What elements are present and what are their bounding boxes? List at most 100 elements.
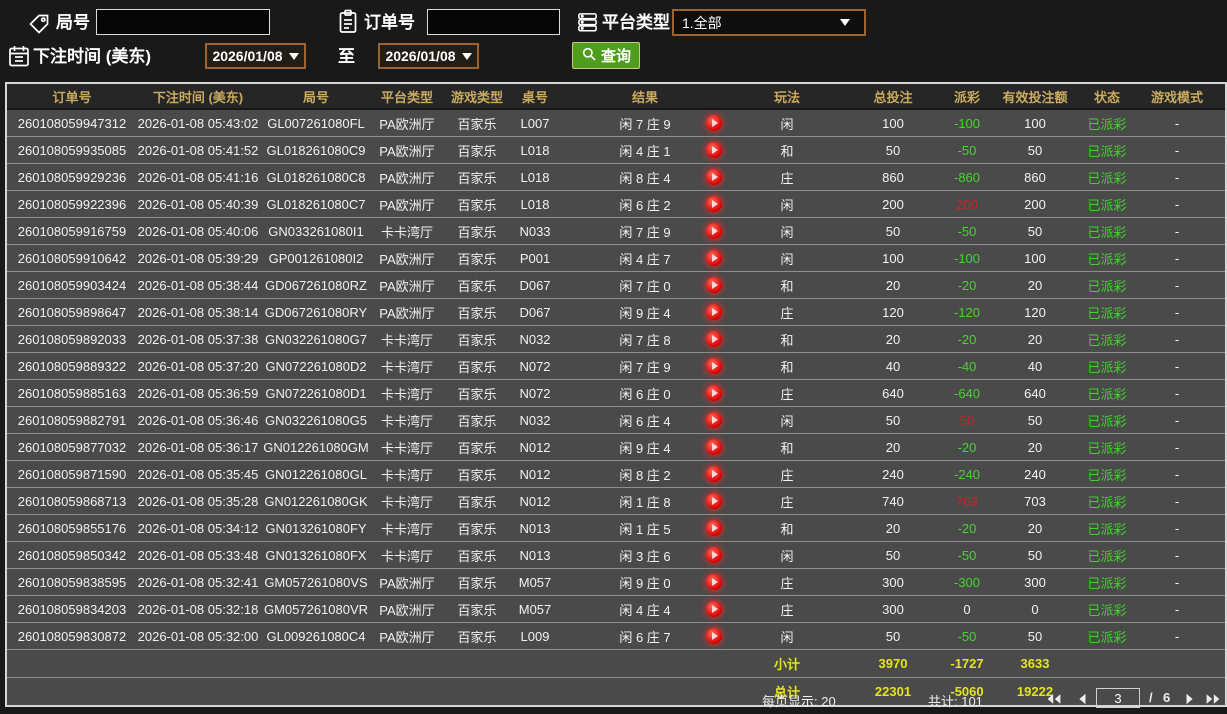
- cell-table_no: L007: [520, 115, 550, 131]
- cell-total_bet: 200: [882, 196, 904, 212]
- cell-table_no: L018: [520, 142, 550, 158]
- cell-play_type: 庄: [780, 467, 794, 483]
- cell-spacer: [557, 542, 595, 568]
- replay-play-button[interactable]: [706, 628, 722, 644]
- list-icon: [576, 10, 599, 39]
- replay-play-button[interactable]: [706, 466, 722, 482]
- cell-play: [695, 542, 733, 568]
- replay-play-button[interactable]: [706, 412, 722, 428]
- replay-play-button[interactable]: [706, 331, 722, 347]
- replay-play-button[interactable]: [706, 574, 722, 590]
- first-page-button[interactable]: [1044, 689, 1064, 709]
- cell-payout: -640: [953, 385, 981, 401]
- total-row-order: [7, 678, 137, 705]
- cell-total_bet: 240: [882, 466, 904, 482]
- replay-play-button[interactable]: [706, 142, 722, 158]
- cell-play_type: 庄: [780, 494, 794, 510]
- cell-play_type: 闲: [780, 548, 794, 564]
- cell-game_mode: -: [1174, 628, 1180, 644]
- replay-play-button[interactable]: [706, 547, 722, 563]
- replay-play-button[interactable]: [706, 250, 722, 266]
- cell-table_no: N072: [519, 358, 551, 374]
- table-row: 260108059903424 2026-01-08 05:38:44 GD0672…: [7, 272, 1225, 299]
- subtotal-row-game_type: [441, 650, 513, 677]
- cell-spacer: [557, 488, 595, 514]
- page-size-label: 每页显示: 20: [762, 694, 836, 709]
- page-number-input[interactable]: [1096, 688, 1140, 708]
- round-no-input[interactable]: [96, 9, 270, 35]
- cell-order: 260108059834203: [17, 601, 127, 617]
- cell-game_mode: -: [1174, 493, 1180, 509]
- table-row: 260108059889322 2026-01-08 05:37:20 GN0722…: [7, 353, 1225, 380]
- cell-payout: -50: [957, 142, 977, 158]
- replay-play-button[interactable]: [706, 304, 722, 320]
- subtotal-row-table_no: [513, 650, 557, 677]
- replay-play-button[interactable]: [706, 439, 722, 455]
- table-row: 260108059868713 2026-01-08 05:35:28 GN0122…: [7, 488, 1225, 515]
- cell-order: 260108059871590: [17, 466, 127, 482]
- date-from-picker[interactable]: 2026/01/08: [205, 43, 306, 69]
- cell-valid_bet: 640: [1024, 385, 1046, 401]
- replay-play-button[interactable]: [706, 169, 722, 185]
- cell-payout: -120: [953, 304, 981, 320]
- replay-play-button[interactable]: [706, 520, 722, 536]
- replay-play-button[interactable]: [706, 196, 722, 212]
- cell-valid_bet: 20: [1027, 520, 1043, 536]
- cell-time: 2026-01-08 05:34:12: [137, 520, 259, 536]
- next-page-button[interactable]: [1180, 689, 1200, 709]
- total-row: 总计 22301 -5060 19222: [7, 678, 1225, 705]
- platform-type-select[interactable]: 1.全部: [672, 9, 866, 36]
- cell-table_no: M057: [518, 601, 552, 617]
- replay-play-button[interactable]: [706, 115, 722, 131]
- replay-play-button[interactable]: [706, 277, 722, 293]
- cell-play: [695, 110, 733, 136]
- cell-play: [695, 353, 733, 379]
- cell-spacer: [557, 461, 595, 487]
- cell-table_no: N032: [519, 331, 551, 347]
- cell-spacer: [557, 299, 595, 325]
- cell-status: 已派彩: [1087, 359, 1127, 375]
- cell-spacer: [557, 380, 595, 406]
- cell-result: 闲 4 庄 1: [619, 143, 671, 159]
- cell-platform: 卡卡湾厅: [380, 521, 433, 537]
- prev-page-button[interactable]: [1072, 689, 1092, 709]
- replay-play-button[interactable]: [706, 358, 722, 374]
- replay-play-button[interactable]: [706, 601, 722, 617]
- total-row-table_no: [513, 678, 557, 705]
- cell-order: 260108059916759: [17, 223, 127, 239]
- cell-table_no: D067: [519, 304, 551, 320]
- cell-payout: 703: [956, 493, 978, 509]
- cell-valid_bet: 20: [1027, 277, 1043, 293]
- replay-play-button[interactable]: [706, 493, 722, 509]
- query-button[interactable]: 查询: [572, 42, 641, 69]
- cell-play: [695, 272, 733, 298]
- cell-table_no: N033: [519, 223, 551, 239]
- table-row: 260108059947312 2026-01-08 05:43:02 GL0072…: [7, 110, 1225, 137]
- replay-play-button[interactable]: [706, 385, 722, 401]
- last-page-button[interactable]: [1203, 689, 1223, 709]
- cell-time: 2026-01-08 05:32:18: [137, 601, 259, 617]
- cell-time: 2026-01-08 05:38:44: [137, 277, 259, 293]
- header-platform: 平台类型: [380, 89, 433, 105]
- date-to-picker[interactable]: 2026/01/08: [378, 43, 479, 69]
- subtotal-row-round: [259, 650, 373, 677]
- cell-platform: PA欧洲厅: [379, 170, 435, 186]
- table-row: 260108059898647 2026-01-08 05:38:14 GD0672…: [7, 299, 1225, 326]
- cell-spacer: [557, 272, 595, 298]
- cell-payout: -20: [957, 277, 977, 293]
- cell-result: 闲 9 庄 4: [619, 440, 671, 456]
- cell-result: 闲 4 庄 4: [619, 602, 671, 618]
- cell-platform: PA欧洲厅: [379, 305, 435, 321]
- order-no-input[interactable]: [427, 9, 560, 35]
- cell-round: GL018261080C8: [266, 169, 366, 185]
- cell-game_type: 百家乐: [457, 575, 497, 591]
- cell-time: 2026-01-08 05:40:06: [137, 223, 259, 239]
- cell-table_no: N032: [519, 412, 551, 428]
- cell-spacer: [557, 110, 595, 136]
- cell-play: [695, 164, 733, 190]
- platform-type-value: 1.全部: [682, 14, 722, 31]
- subtotal-row-order: [7, 650, 137, 677]
- cell-time: 2026-01-08 05:39:29: [137, 250, 259, 266]
- replay-play-button[interactable]: [706, 223, 722, 239]
- cell-platform: PA欧洲厅: [379, 116, 435, 132]
